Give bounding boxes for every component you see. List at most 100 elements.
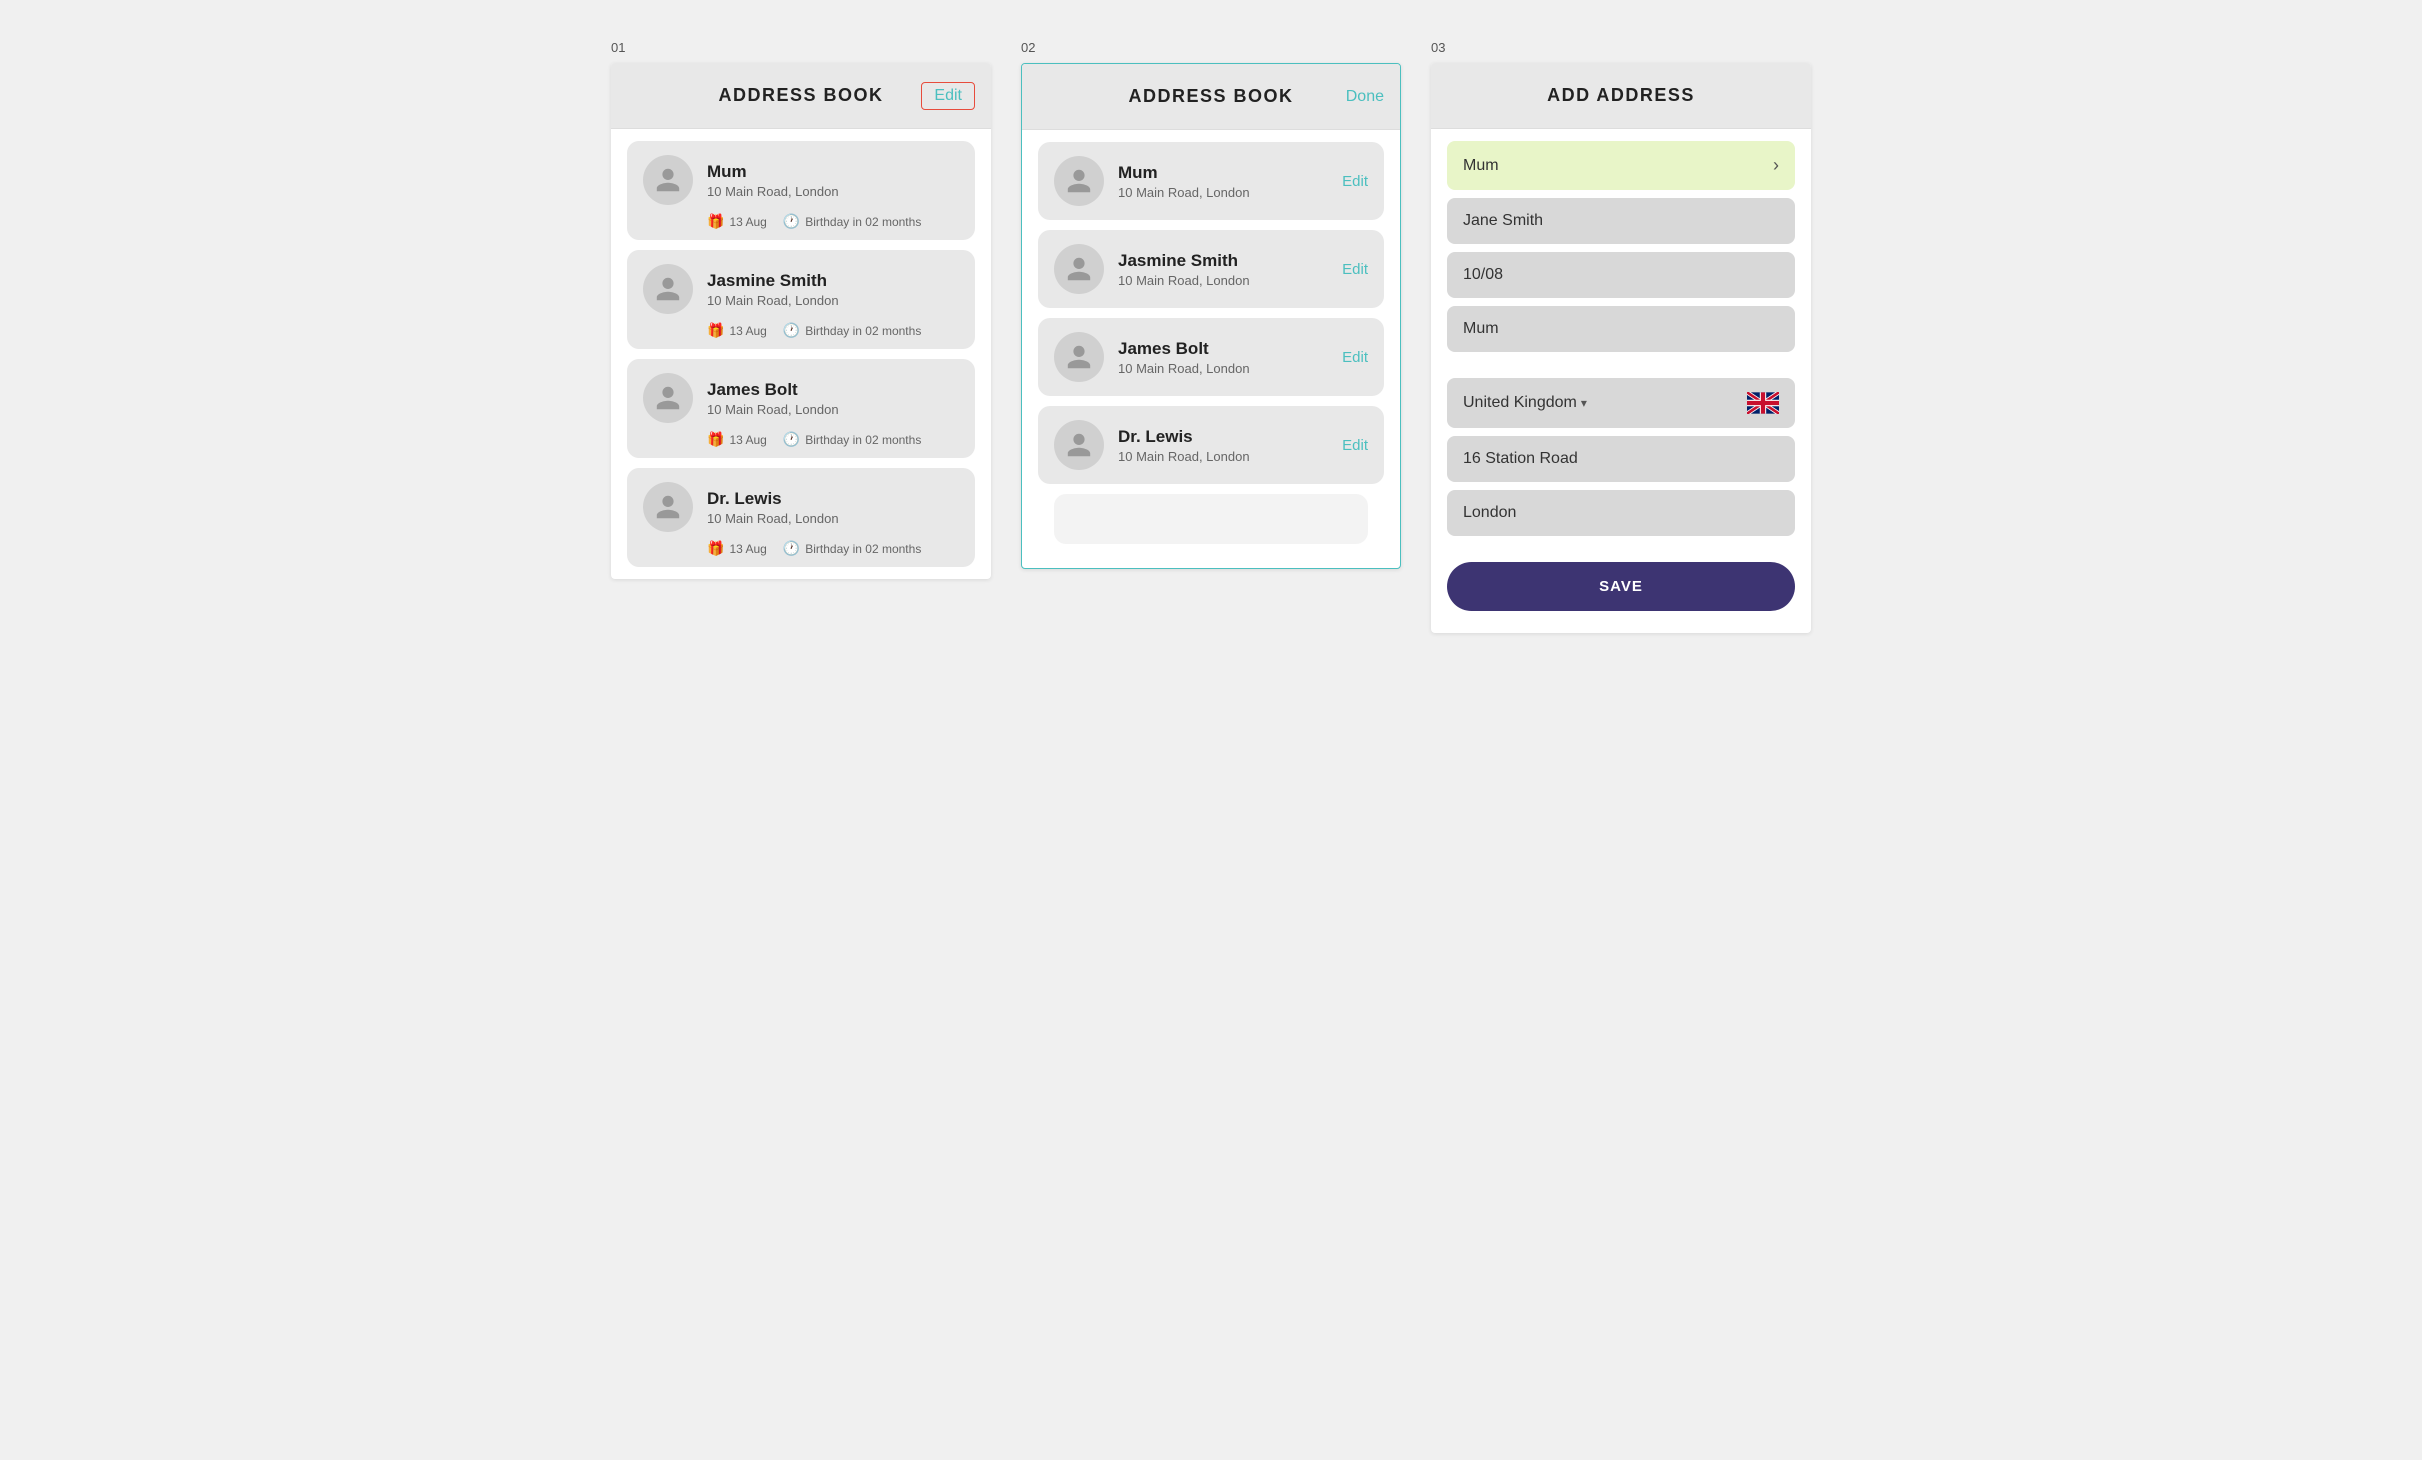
- nickname-field[interactable]: Mum ›: [1447, 141, 1795, 190]
- birthday-countdown-lewis: 🕐 Birthday in 02 months: [783, 540, 922, 557]
- screen-01-wrapper: 01 ADDRESS BOOK Edit Mum: [611, 40, 991, 579]
- recipient-name-value: Jane Smith: [1463, 212, 1543, 230]
- street-address-value: 16 Station Road: [1463, 450, 1578, 468]
- gift-icon-jasmine: 🎁: [707, 322, 724, 339]
- dropdown-arrow-icon: ▾: [1581, 396, 1587, 410]
- screen-02-header: ADDRESS BOOK Done: [1022, 64, 1400, 130]
- contact-name-lewis-02: Dr. Lewis: [1118, 427, 1250, 447]
- screen-02-wrapper: 02 ADDRESS BOOK Done Mum: [1021, 40, 1401, 569]
- gift-icon-lewis: 🎁: [707, 540, 724, 557]
- contacts-list-02: Mum 10 Main Road, London Edit: [1022, 130, 1400, 568]
- gift-icon-james: 🎁: [707, 431, 724, 448]
- contact-name-mum-01: Mum: [707, 162, 839, 182]
- birthday-field[interactable]: 10/08: [1447, 252, 1795, 298]
- person-icon: [1065, 167, 1093, 195]
- contact-card-edit-mum[interactable]: Mum 10 Main Road, London Edit: [1038, 142, 1384, 220]
- contact-card-edit-james[interactable]: James Bolt 10 Main Road, London Edit: [1038, 318, 1384, 396]
- contact-card-james-01[interactable]: James Bolt 10 Main Road, London 🎁 13 Aug…: [627, 359, 975, 458]
- contact-top-edit-mum: Mum 10 Main Road, London: [1054, 156, 1342, 206]
- avatar-lewis-01: [643, 482, 693, 532]
- uk-flag-icon: [1747, 392, 1779, 414]
- clock-icon-lewis: 🕐: [783, 540, 800, 557]
- birthday-countdown-mum-01: 🕐 Birthday in 02 months: [783, 213, 922, 230]
- screen-03: ADD ADDRESS Mum › Jane Smith 10/08: [1431, 63, 1811, 633]
- screen-01-title: ADDRESS BOOK: [718, 85, 883, 106]
- contact-card-lewis-01[interactable]: Dr. Lewis 10 Main Road, London 🎁 13 Aug …: [627, 468, 975, 567]
- birthday-date-james: 13 Aug: [729, 433, 766, 447]
- person-icon: [1065, 343, 1093, 371]
- country-name-value: United Kingdom: [1463, 394, 1577, 412]
- avatar-lewis-02: [1054, 420, 1104, 470]
- edit-link-jasmine[interactable]: Edit: [1342, 261, 1368, 278]
- avatar-mum-01: [643, 155, 693, 205]
- contact-name-james-01: James Bolt: [707, 380, 839, 400]
- contact-top-edit-james: James Bolt 10 Main Road, London: [1054, 332, 1342, 382]
- birthday-date-lewis: 13 Aug: [729, 542, 766, 556]
- avatar-james-01: [643, 373, 693, 423]
- contact-name-lewis-01: Dr. Lewis: [707, 489, 839, 509]
- contact-meta-james: 🎁 13 Aug 🕐 Birthday in 02 months: [643, 431, 959, 448]
- contact-card-edit-jasmine[interactable]: Jasmine Smith 10 Main Road, London Edit: [1038, 230, 1384, 308]
- contact-top-lewis: Dr. Lewis 10 Main Road, London: [643, 482, 959, 532]
- recipient-name-field[interactable]: Jane Smith: [1447, 198, 1795, 244]
- contact-address-jasmine-01: 10 Main Road, London: [707, 293, 839, 308]
- contact-top-edit-jasmine: Jasmine Smith 10 Main Road, London: [1054, 244, 1342, 294]
- contact-name-mum-02: Mum: [1118, 163, 1250, 183]
- gift-icon-mum-01: 🎁: [707, 213, 724, 230]
- birthday-meta-jasmine: 🎁 13 Aug: [707, 322, 767, 339]
- birthday-value: 10/08: [1463, 266, 1503, 284]
- country-left: United Kingdom ▾: [1463, 394, 1587, 412]
- country-field[interactable]: United Kingdom ▾: [1447, 378, 1795, 428]
- nickname-value: Mum: [1463, 157, 1499, 175]
- contact-card-jasmine-01[interactable]: Jasmine Smith 10 Main Road, London 🎁 13 …: [627, 250, 975, 349]
- screen-02: ADDRESS BOOK Done Mum 10 Main Road: [1021, 63, 1401, 569]
- contact-address-lewis-02: 10 Main Road, London: [1118, 449, 1250, 464]
- screen-03-title: ADD ADDRESS: [1547, 85, 1695, 106]
- contact-info-mum-02: Mum 10 Main Road, London: [1118, 163, 1250, 200]
- avatar-mum-02: [1054, 156, 1104, 206]
- contact-name-james-02: James Bolt: [1118, 339, 1250, 359]
- city-value: London: [1463, 504, 1516, 522]
- contact-address-lewis-01: 10 Main Road, London: [707, 511, 839, 526]
- contact-meta-mum-01: 🎁 13 Aug 🕐 Birthday in 02 months: [643, 213, 959, 230]
- contact-card-mum-01[interactable]: Mum 10 Main Road, London 🎁 13 Aug 🕐 Birt…: [627, 141, 975, 240]
- edit-link-james[interactable]: Edit: [1342, 349, 1368, 366]
- person-icon: [1065, 431, 1093, 459]
- contact-info-lewis-02: Dr. Lewis 10 Main Road, London: [1118, 427, 1250, 464]
- relationship-value: Mum: [1463, 320, 1499, 338]
- contact-info-jasmine-02: Jasmine Smith 10 Main Road, London: [1118, 251, 1250, 288]
- screen-03-header: ADD ADDRESS: [1431, 63, 1811, 129]
- person-icon: [654, 166, 682, 194]
- avatar-james-02: [1054, 332, 1104, 382]
- contact-info-james-01: James Bolt 10 Main Road, London: [707, 380, 839, 417]
- screen-01: ADDRESS BOOK Edit Mum 10 Main Road: [611, 63, 991, 579]
- done-button-screen02[interactable]: Done: [1346, 88, 1384, 106]
- birthday-meta-lewis: 🎁 13 Aug: [707, 540, 767, 557]
- edit-link-lewis[interactable]: Edit: [1342, 437, 1368, 454]
- screen-01-header: ADDRESS BOOK Edit: [611, 63, 991, 129]
- person-icon: [654, 384, 682, 412]
- screen-03-wrapper: 03 ADD ADDRESS Mum › Jane Smith 10/08: [1431, 40, 1811, 633]
- contact-address-mum-02: 10 Main Road, London: [1118, 185, 1250, 200]
- person-icon: [654, 275, 682, 303]
- relationship-field[interactable]: Mum: [1447, 306, 1795, 352]
- contact-info-jasmine-01: Jasmine Smith 10 Main Road, London: [707, 271, 839, 308]
- form-spacer: [1447, 360, 1795, 370]
- birthday-date-jasmine: 13 Aug: [729, 324, 766, 338]
- contact-card-edit-lewis[interactable]: Dr. Lewis 10 Main Road, London Edit: [1038, 406, 1384, 484]
- save-button[interactable]: SAVE: [1447, 562, 1795, 611]
- birthday-countdown-james: 🕐 Birthday in 02 months: [783, 431, 922, 448]
- edit-button-screen01[interactable]: Edit: [921, 82, 975, 110]
- edit-link-mum[interactable]: Edit: [1342, 173, 1368, 190]
- street-address-field[interactable]: 16 Station Road: [1447, 436, 1795, 482]
- contact-name-jasmine-01: Jasmine Smith: [707, 271, 839, 291]
- person-icon: [1065, 255, 1093, 283]
- birthday-date-mum-01: 13 Aug: [729, 215, 766, 229]
- birthday-label-lewis: Birthday in 02 months: [805, 542, 921, 556]
- birthday-meta-james: 🎁 13 Aug: [707, 431, 767, 448]
- city-field[interactable]: London: [1447, 490, 1795, 536]
- contact-meta-lewis: 🎁 13 Aug 🕐 Birthday in 02 months: [643, 540, 959, 557]
- contact-address-jasmine-02: 10 Main Road, London: [1118, 273, 1250, 288]
- contact-address-james-01: 10 Main Road, London: [707, 402, 839, 417]
- contact-address-james-02: 10 Main Road, London: [1118, 361, 1250, 376]
